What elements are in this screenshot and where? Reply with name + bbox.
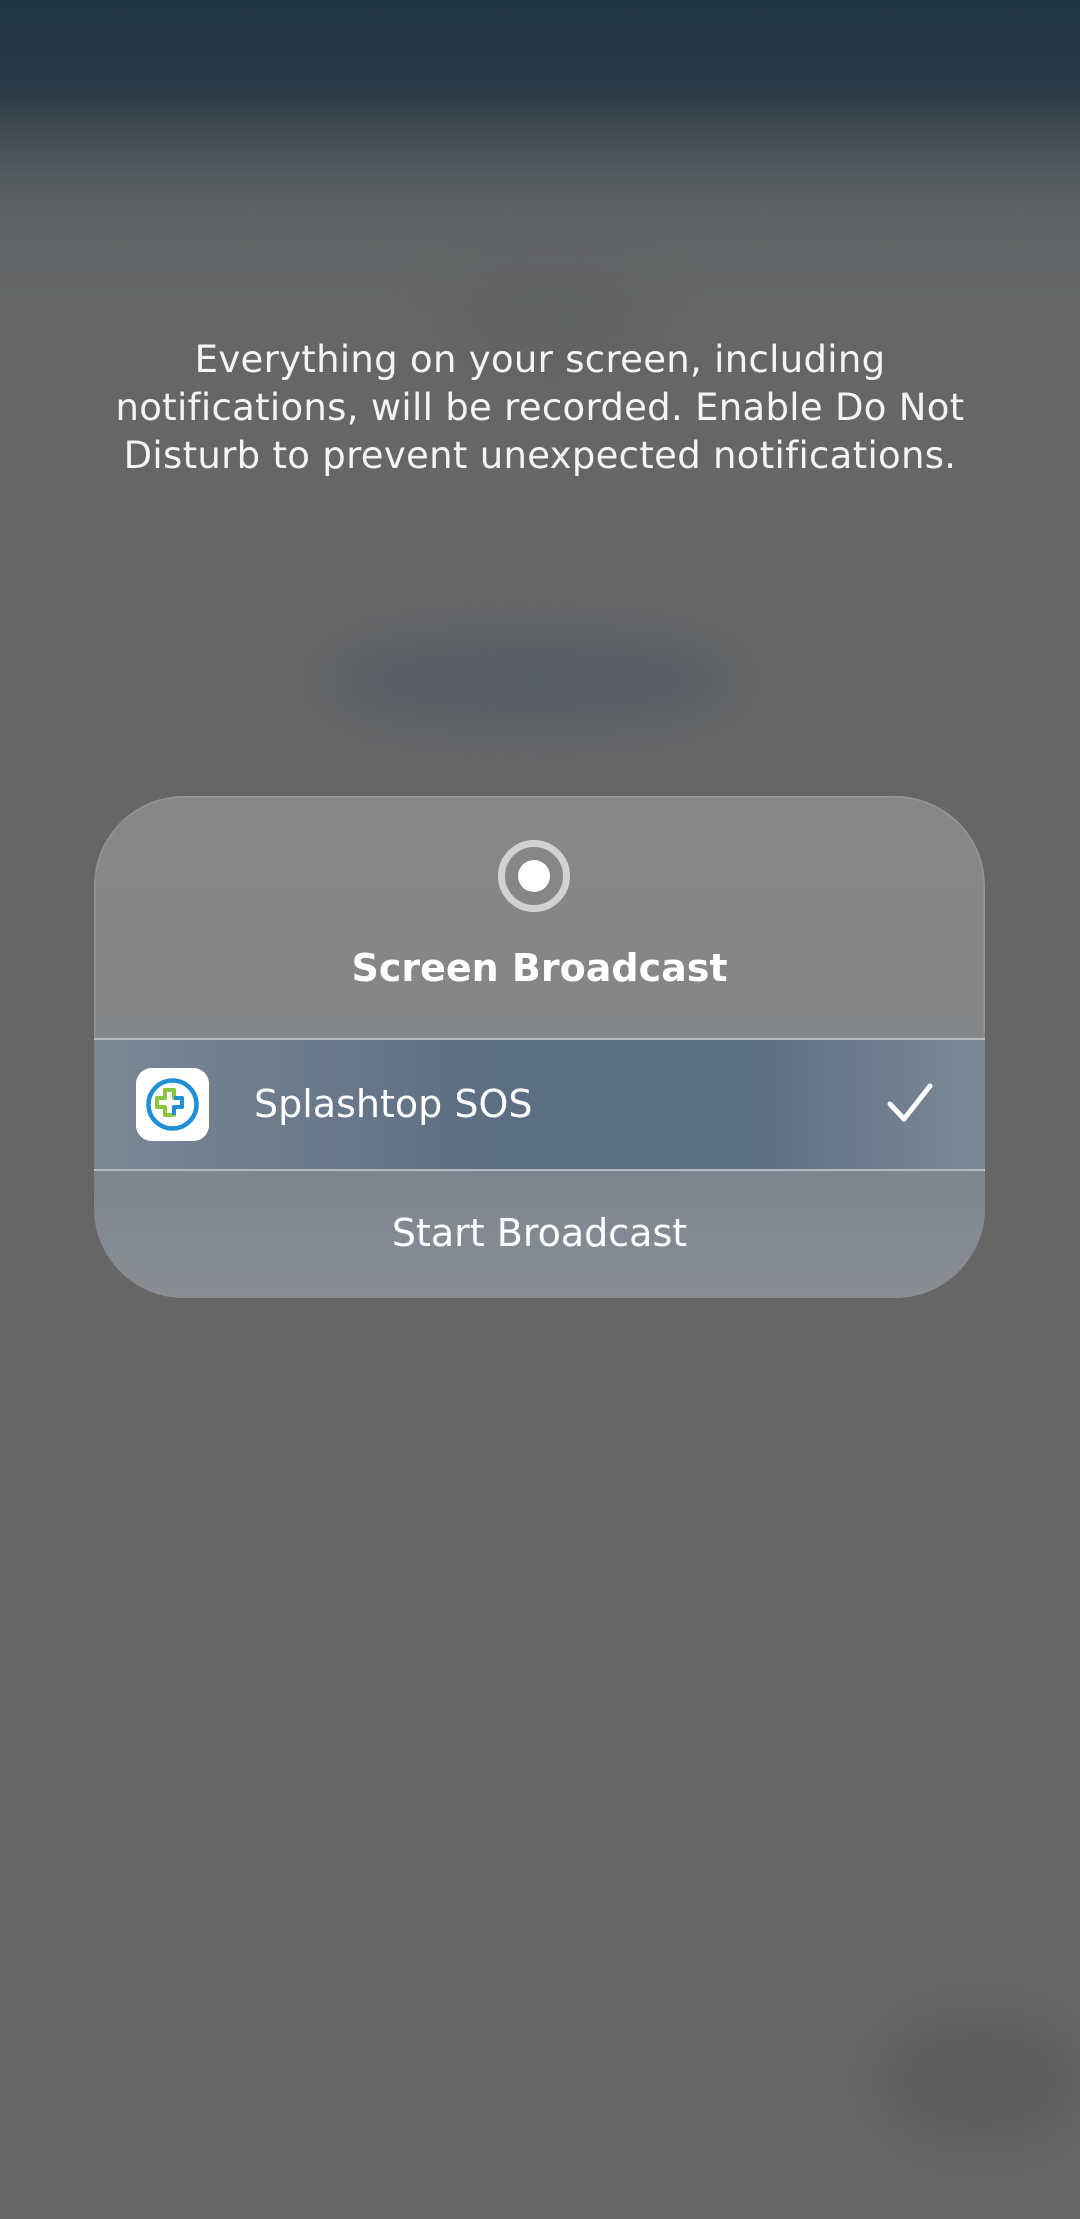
sheet-title: Screen Broadcast xyxy=(351,946,728,990)
message-line: notifications, will be recorded. Enable … xyxy=(115,386,965,429)
background-blur xyxy=(320,640,740,720)
message-line: Everything on your screen, including xyxy=(194,338,886,381)
splashtop-app-icon xyxy=(136,1068,209,1141)
record-icon xyxy=(498,840,570,912)
broadcast-app-option-splashtop[interactable]: Splashtop SOS xyxy=(94,1040,985,1169)
background-blur xyxy=(880,2020,1080,2140)
recording-warning-message: Everything on your screen, including not… xyxy=(90,336,990,480)
sheet-header: Screen Broadcast xyxy=(94,796,985,1038)
message-line: Disturb to prevent unexpected notificati… xyxy=(123,434,957,477)
screen-broadcast-sheet: Screen Broadcast Splashtop SOS Start Bro… xyxy=(94,796,985,1298)
checkmark-icon xyxy=(884,1080,936,1128)
app-name: Splashtop SOS xyxy=(254,1082,533,1126)
start-broadcast-button[interactable]: Start Broadcast xyxy=(94,1171,985,1298)
start-broadcast-label: Start Broadcast xyxy=(391,1211,688,1255)
